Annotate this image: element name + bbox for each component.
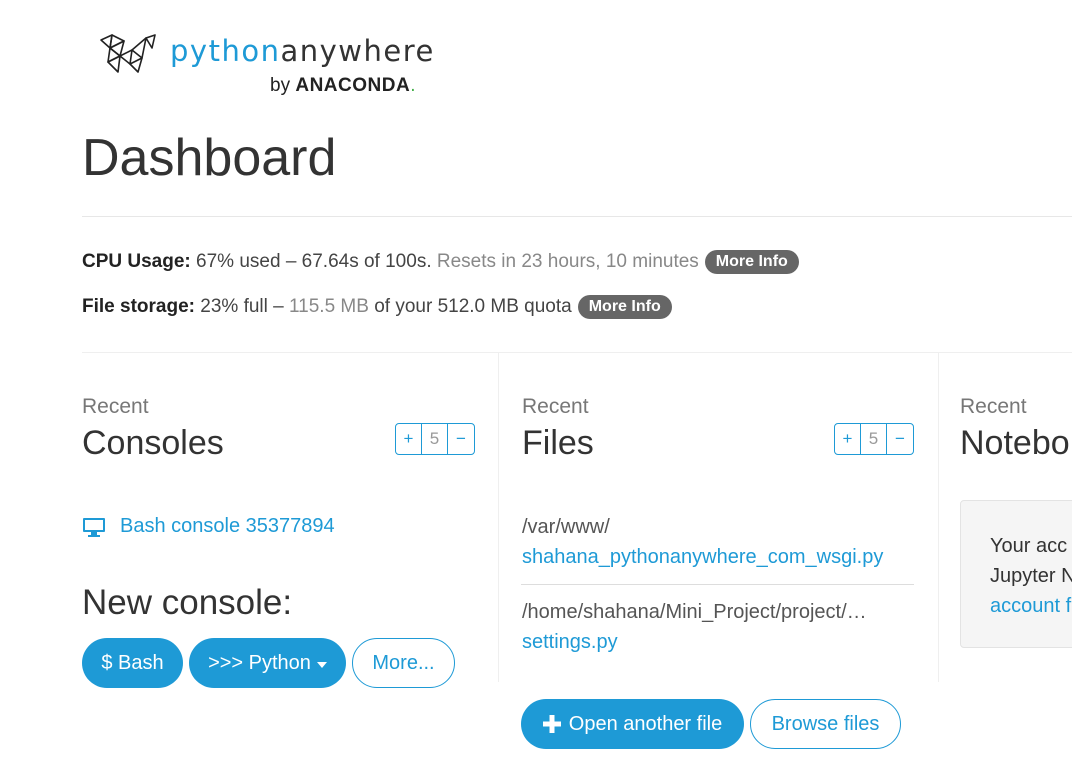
- python-console-label: >>> Python: [208, 651, 311, 674]
- cpu-more-info-button[interactable]: More Info: [704, 250, 799, 274]
- consoles-decrease-button[interactable]: −: [448, 424, 474, 454]
- plus-icon: [542, 715, 561, 733]
- notebooks-info-line: Your acc: [990, 535, 1068, 557]
- notebooks-kicker: Recent: [960, 395, 1027, 418]
- consoles-count: 5: [422, 424, 448, 454]
- files-kicker: Recent: [522, 395, 589, 418]
- consoles-kicker: Recent: [82, 395, 149, 418]
- console-link[interactable]: Bash console 35377894: [120, 515, 335, 538]
- more-consoles-button[interactable]: More...: [352, 638, 455, 688]
- file-storage-line: File storage: 23% full – 115.5 MB of you…: [82, 295, 672, 319]
- byline-vendor-dot: .: [410, 75, 416, 96]
- file-link[interactable]: settings.py: [522, 631, 618, 654]
- storage-more-info-button[interactable]: More Info: [577, 295, 672, 319]
- file-list-divider: [521, 584, 914, 585]
- cpu-usage-label: CPU Usage:: [82, 251, 191, 272]
- brand-part-anywhere: anywhere: [280, 34, 435, 68]
- consoles-count-stepper: + 5 −: [395, 423, 475, 455]
- new-console-title: New console:: [82, 583, 293, 622]
- page-title: Dashboard: [82, 129, 337, 187]
- file-link[interactable]: shahana_pythonanywhere_com_wsgi.py: [522, 546, 883, 569]
- brand-part-python: python: [170, 34, 281, 68]
- files-count: 5: [861, 424, 887, 454]
- byline-vendor: ANACONDA: [295, 75, 411, 96]
- column-separator: [498, 352, 499, 682]
- cpu-reset-text: Resets in 23 hours, 10 minutes: [436, 251, 699, 272]
- python-console-dropdown-button[interactable]: >>> Python: [189, 638, 346, 688]
- caret-down-icon: [316, 661, 327, 668]
- brand-name: pythonanywhere: [170, 34, 435, 68]
- file-storage-used: 115.5 MB: [289, 296, 369, 317]
- column-separator: [938, 352, 939, 682]
- pythonanywhere-snake-logo-icon: [100, 34, 156, 73]
- files-count-stepper: + 5 −: [834, 423, 914, 455]
- file-storage-label: File storage:: [82, 296, 195, 317]
- files-decrease-button[interactable]: −: [887, 424, 913, 454]
- notebooks-info-line: Jupyter N: [990, 565, 1072, 587]
- consoles-increase-button[interactable]: +: [396, 424, 422, 454]
- monitor-icon: [83, 517, 105, 537]
- byline-by: by: [270, 75, 291, 96]
- file-path: /home/shahana/Mini_Project/project/…: [522, 601, 867, 623]
- console-list-item[interactable]: Bash console 35377894: [82, 515, 335, 538]
- header-divider: [82, 216, 1072, 217]
- open-another-file-button[interactable]: Open another file: [521, 699, 744, 749]
- file-path: /var/www/: [522, 516, 610, 538]
- site-logo[interactable]: pythonanywhere by ANACONDA.: [98, 30, 438, 100]
- cpu-usage-value: 67% used – 67.64s of 100s.: [196, 251, 432, 272]
- open-another-file-label: Open another file: [568, 712, 723, 735]
- section-divider: [82, 352, 1072, 353]
- consoles-title: Consoles: [82, 424, 224, 462]
- file-storage-quota: of your 512.0 MB quota: [374, 296, 572, 317]
- file-storage-percent: 23% full –: [200, 296, 284, 317]
- bash-console-button[interactable]: $ Bash: [82, 638, 183, 688]
- files-increase-button[interactable]: +: [835, 424, 861, 454]
- notebooks-info-box: Your acc Jupyter N account f: [960, 500, 1072, 648]
- cpu-usage-line: CPU Usage: 67% used – 67.64s of 100s. Re…: [82, 250, 799, 274]
- notebooks-account-link[interactable]: account f: [990, 591, 1072, 621]
- files-title: Files: [522, 424, 594, 462]
- browse-files-button[interactable]: Browse files: [750, 699, 901, 749]
- notebooks-title: Notebo: [960, 424, 1070, 462]
- brand-byline: by ANACONDA.: [270, 75, 415, 97]
